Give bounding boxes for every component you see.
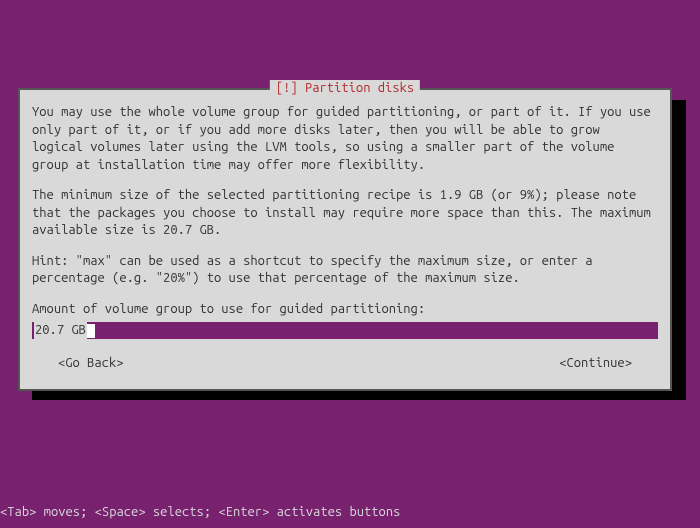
continue-button[interactable]: <Continue> (559, 355, 632, 373)
text-cursor (87, 324, 95, 338)
button-row: <Go Back> <Continue> (28, 349, 662, 375)
footer-hint: <Tab> moves; <Space> selects; <Enter> ac… (0, 504, 400, 522)
dialog-paragraph: The minimum size of the selected partiti… (28, 187, 662, 240)
go-back-button[interactable]: <Go Back> (58, 355, 124, 373)
dialog-paragraph: Hint: "max" can be used as a shortcut to… (28, 253, 662, 288)
input-value: 20.7 GB (34, 322, 87, 340)
prompt-label: Amount of volume group to use for guided… (28, 301, 662, 319)
partition-dialog: [!] Partition disks You may use the whol… (18, 88, 672, 391)
dialog-title: [!] Partition disks (270, 80, 420, 98)
volume-size-input[interactable]: 20.7 GB (32, 322, 658, 339)
dialog-paragraph: You may use the whole volume group for g… (28, 104, 662, 174)
